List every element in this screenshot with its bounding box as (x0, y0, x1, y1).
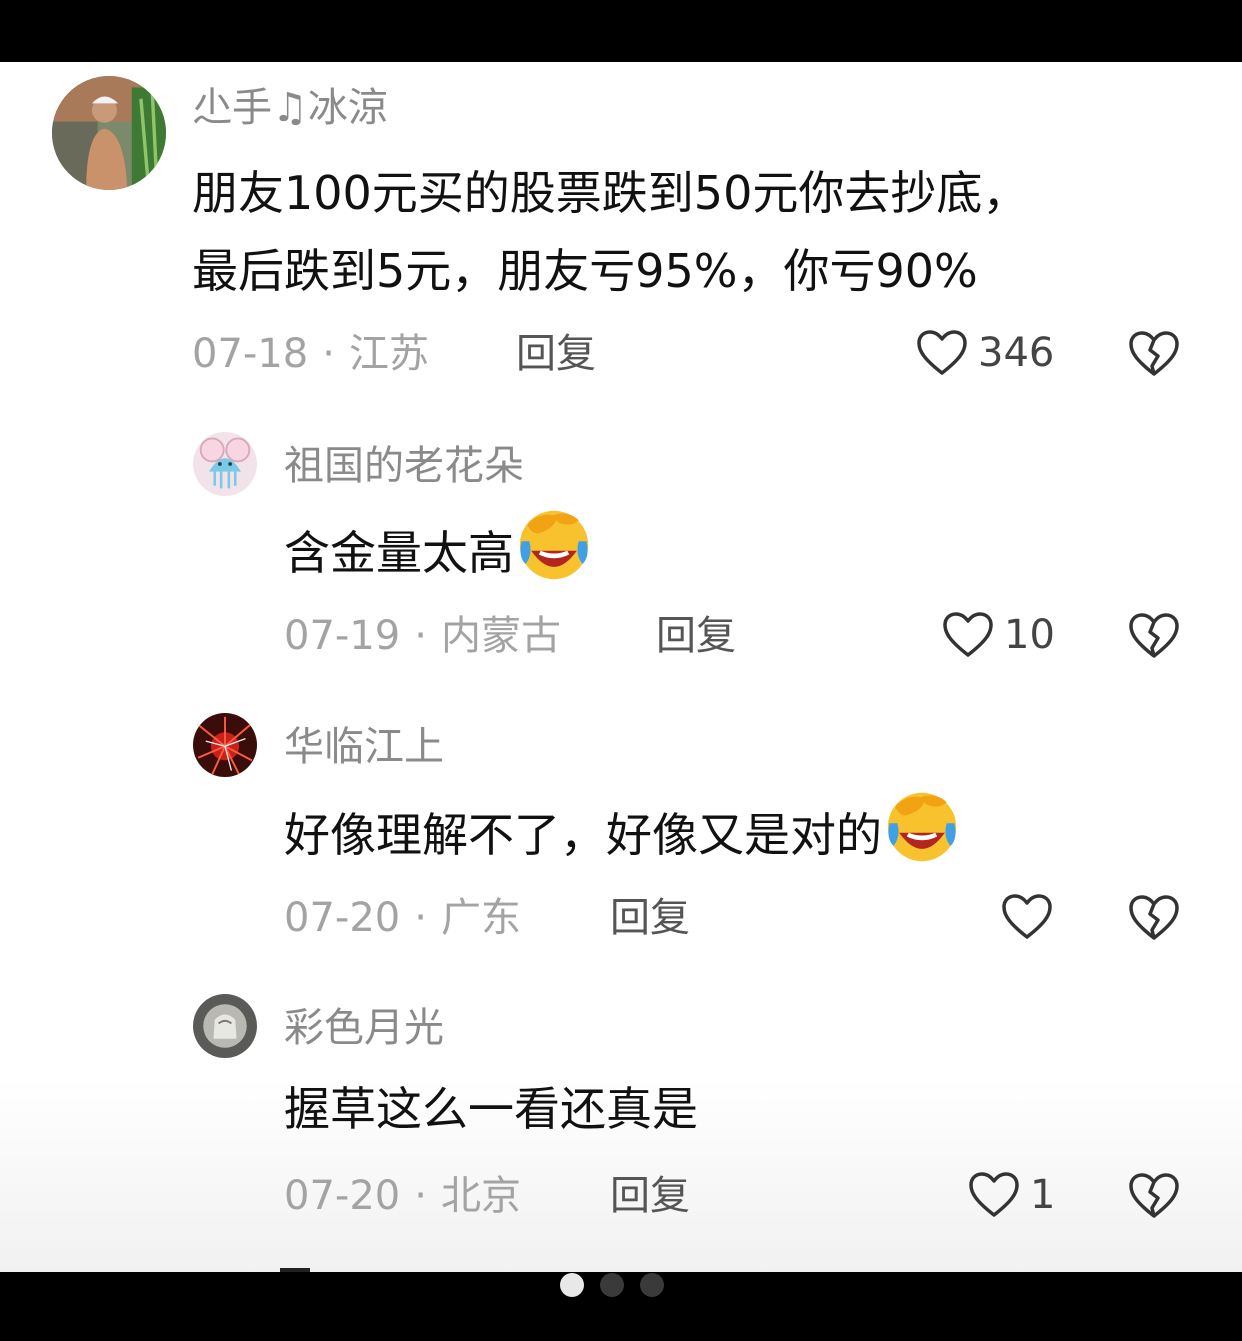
comment-date: 07-19 (284, 613, 401, 659)
like-count: 346 (978, 330, 1055, 376)
dislike-button[interactable] (1128, 330, 1180, 378)
like-button[interactable]: 346 (916, 328, 1054, 378)
comment-meta: 07-20 · 广东 (284, 898, 521, 938)
heart-outline-icon (942, 611, 994, 659)
page-dot[interactable] (640, 1273, 664, 1297)
broken-heart-icon (1128, 612, 1180, 660)
broken-heart-icon (1128, 894, 1180, 942)
separator: · (414, 895, 427, 941)
comment-location: 内蒙古 (440, 613, 561, 659)
like-count: 10 (1004, 612, 1055, 658)
comment-location: 江苏 (348, 331, 429, 377)
reply-button[interactable]: 回复 (516, 334, 596, 374)
reply-button[interactable]: 回复 (610, 898, 690, 938)
comment-text-line: 含金量太高 (284, 526, 514, 580)
username[interactable]: 彩色月光 (284, 1008, 444, 1048)
comment-text: 含金量太高 (284, 507, 592, 592)
separator: · (414, 1173, 427, 1219)
dislike-button[interactable] (1128, 612, 1180, 660)
like-button[interactable]: 1 (968, 1170, 1055, 1220)
comment-text: 好像理解不了，好像又是对的 (284, 789, 960, 874)
comment-list: 尐手♫冰涼 朋友100元买的股票跌到50元你去抄底， 最后跌到5元，朋友亏95%… (0, 62, 1242, 1272)
avatar[interactable] (193, 713, 257, 777)
heart-outline-icon (1001, 893, 1053, 941)
comment-text-line: 好像理解不了，好像又是对的 (284, 808, 882, 862)
username[interactable]: 华临江上 (284, 727, 444, 767)
comment-meta: 07-20 · 北京 (284, 1176, 521, 1216)
reply-button[interactable]: 回复 (656, 616, 736, 656)
like-button[interactable] (1001, 892, 1063, 942)
comment-text-line: 朋友100元买的股票跌到50元你去抄底， (192, 166, 1029, 220)
comment-date: 07-20 (284, 895, 401, 941)
page-indicator[interactable] (560, 1272, 690, 1298)
avatar[interactable] (193, 432, 257, 496)
dislike-button[interactable] (1128, 894, 1180, 942)
page-dot[interactable] (560, 1273, 584, 1297)
avatar[interactable] (52, 76, 166, 190)
username[interactable]: 祖国的老花朵 (284, 446, 524, 486)
heart-outline-icon (968, 1171, 1020, 1219)
laughing-tears-emoji (884, 789, 960, 865)
comment-text-line: 最后跌到5元，朋友亏95%，你亏90% (192, 244, 978, 298)
comment-meta: 07-18 · 江苏 (192, 334, 429, 374)
like-button[interactable]: 10 (942, 610, 1055, 660)
like-count: 1 (1030, 1172, 1056, 1218)
next-comment-cutoff (280, 1262, 340, 1272)
laughing-tears-emoji (516, 507, 592, 583)
top-bar (0, 0, 1242, 62)
comment-text: 握草这么一看还真是 (284, 1070, 698, 1148)
comment-date: 07-20 (284, 1173, 401, 1219)
comment-text-line: 握草这么一看还真是 (284, 1082, 698, 1136)
comment-location: 广东 (440, 895, 521, 941)
dislike-button[interactable] (1128, 1172, 1180, 1220)
heart-outline-icon (916, 329, 968, 377)
username[interactable]: 尐手♫冰涼 (192, 88, 388, 128)
comment-location: 北京 (440, 1173, 521, 1219)
comment-meta: 07-19 · 内蒙古 (284, 616, 561, 656)
comment-text: 朋友100元买的股票跌到50元你去抄底， 最后跌到5元，朋友亏95%，你亏90% (192, 154, 1028, 310)
broken-heart-icon (1128, 1172, 1180, 1220)
broken-heart-icon (1128, 330, 1180, 378)
avatar[interactable] (193, 994, 257, 1058)
reply-button[interactable]: 回复 (610, 1176, 690, 1216)
separator: · (414, 613, 427, 659)
comment-date: 07-18 (192, 331, 309, 377)
separator: · (322, 331, 335, 377)
page-dot[interactable] (600, 1273, 624, 1297)
